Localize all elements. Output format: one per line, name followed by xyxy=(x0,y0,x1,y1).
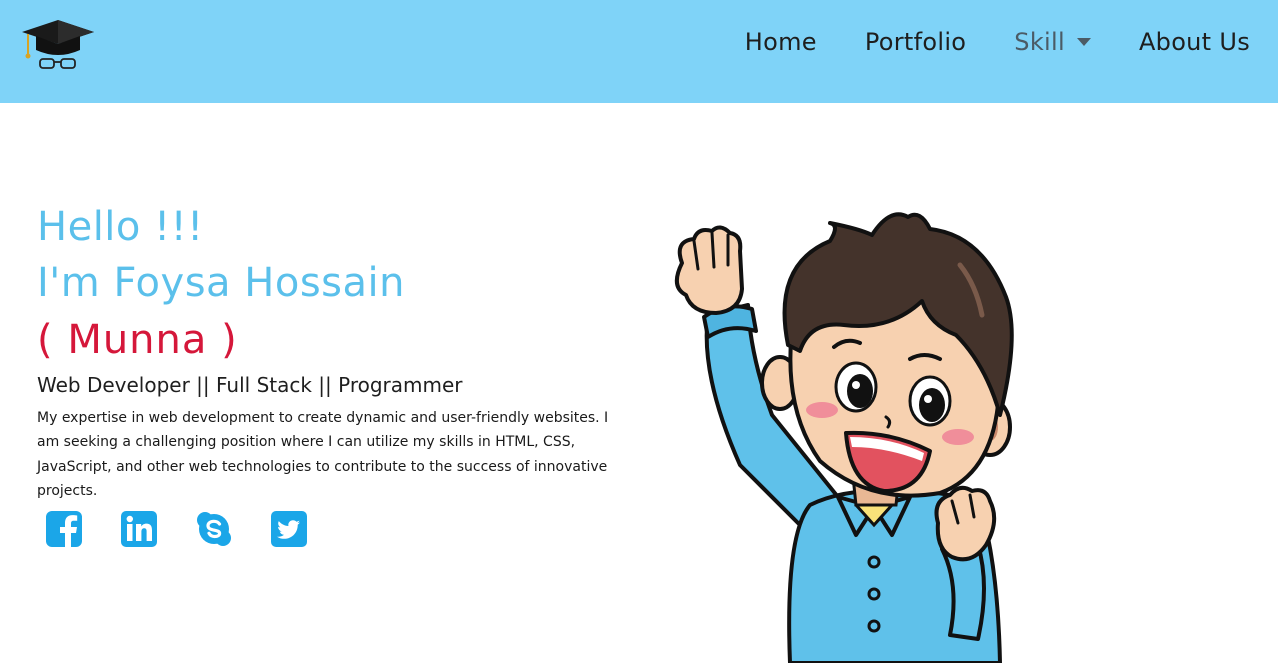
linkedin-icon[interactable] xyxy=(120,510,158,548)
hero-roles: Web Developer || Full Stack || Programme… xyxy=(37,373,463,397)
graduation-cap-logo-icon[interactable] xyxy=(18,14,98,74)
navbar: Home Portfolio Skill About Us xyxy=(0,0,1278,103)
facebook-icon[interactable] xyxy=(45,510,83,548)
hero-nickname: ( Munna ) xyxy=(37,317,238,363)
hero-name: I'm Foysa Hossain xyxy=(37,260,405,306)
skype-icon[interactable] xyxy=(195,510,233,548)
social-links xyxy=(45,510,345,548)
hero-bio: My expertise in web development to creat… xyxy=(37,410,609,499)
nav-skill-label: Skill xyxy=(1014,28,1065,56)
cartoon-boy-illustration xyxy=(660,205,1060,663)
hero-greeting: Hello !!! xyxy=(37,204,204,250)
hero-text: Hello !!! I'm Foysa Hossain ( Munna ) We… xyxy=(37,200,637,503)
main-nav: Home Portfolio Skill About Us xyxy=(697,28,1250,56)
nav-about-link[interactable]: About Us xyxy=(1139,28,1250,56)
nav-portfolio-link[interactable]: Portfolio xyxy=(865,28,966,56)
nav-skill-dropdown[interactable]: Skill xyxy=(1014,28,1091,56)
caret-down-icon xyxy=(1076,38,1091,46)
twitter-icon[interactable] xyxy=(270,510,308,548)
nav-home-link[interactable]: Home xyxy=(745,28,817,56)
